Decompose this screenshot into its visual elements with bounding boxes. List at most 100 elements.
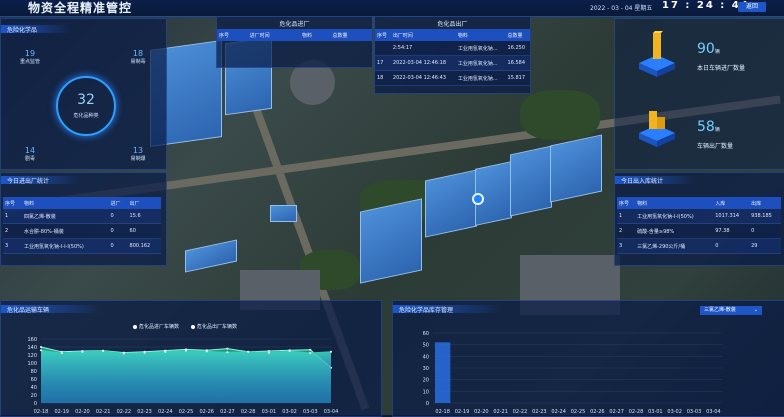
y-tick-label: 100 — [27, 361, 37, 367]
table-row[interactable]: 1 工业用氢氧化钠-I-I(50%) 1017.314 938.185 — [617, 209, 781, 224]
y-tick-label: 30 — [423, 366, 429, 372]
x-tick-label: 02-25 — [179, 409, 194, 415]
hazmat-type-gauge: 32 危化品种类 — [56, 76, 116, 136]
x-tick-label: 02-18 — [34, 409, 49, 415]
vehicle-chart-panel: 危化品运输车辆 危化品进厂车辆数 危化品出厂车辆数 0 20 40 60 80 100 12… — [0, 300, 382, 417]
panel-title: 今日进出厂统计 — [7, 178, 50, 185]
map-building — [425, 169, 477, 238]
x-tick-label: 02-26 — [590, 409, 605, 415]
data-point — [81, 350, 84, 353]
legend-dot-icon — [133, 324, 137, 329]
y-tick-label: 120 — [27, 353, 37, 359]
data-point — [185, 349, 187, 352]
legend-item-in[interactable]: 危化品进厂车辆数 — [133, 323, 179, 330]
stat-highly-toxic: 14 剧毒 — [24, 146, 36, 162]
x-tick-label: 02-22 — [117, 409, 132, 415]
data-point — [226, 347, 229, 350]
vehicle-out-unit: 辆 — [714, 127, 720, 133]
panel-title: 危化品出厂 — [437, 21, 468, 28]
x-tick-label: 02-27 — [220, 409, 235, 415]
x-tick-label: 03-01 — [648, 409, 663, 415]
y-tick-label: 60 — [31, 377, 37, 383]
y-tick-label: 50 — [423, 343, 429, 349]
map-building — [360, 198, 422, 284]
y-tick-label: 140 — [27, 345, 37, 351]
stock-bar-chart[interactable]: 0 10 20 30 40 50 60 02-18 02-19 02-20 02-21 02-22 02… — [393, 319, 784, 416]
current-date: 2022 - 03 - 04 星期五 — [590, 5, 653, 12]
in-table-panel: 危化品进厂 序号 进厂时间 物料 总数量 — [216, 16, 373, 68]
x-tick-label: 02-25 — [571, 409, 586, 415]
table-header-row: 序号 进厂时间 物料 总数量 — [217, 29, 372, 41]
x-tick-label: 03-01 — [262, 409, 277, 415]
x-tick-label: 02-19 — [54, 409, 69, 415]
data-point — [267, 351, 270, 354]
table-row[interactable]: 2 水合肼-80%-桶装 0 60 — [3, 223, 161, 239]
x-tick-label: 02-28 — [629, 409, 644, 415]
y-tick-label: 60 — [423, 331, 429, 337]
panel-title: 危险化学品库存管理 — [399, 307, 454, 314]
y-tick-label: 20 — [31, 393, 37, 399]
current-time: 17 : 24 : 44 — [662, 0, 750, 11]
data-point — [309, 348, 312, 351]
top-bar: 物资全程精准管控 2022 - 03 - 04 星期五 17 : 24 : 44… — [0, 0, 784, 17]
vehicle-in-unit: 辆 — [714, 49, 720, 55]
vehicle-area-chart[interactable]: 0 20 40 60 80 100 120 140 160 02-18 02-19 02-20 02-2… — [1, 331, 381, 416]
x-tick-label: 02-24 — [158, 409, 173, 415]
vehicle-out-label: 车辆出厂数量 — [697, 143, 734, 150]
stock-chart-panel: 危险化学品库存管理 0 10 20 30 40 50 60 02-18 02-19 02-20 02… — [392, 300, 784, 417]
data-point — [122, 352, 125, 355]
data-point — [247, 350, 250, 353]
y-tick-label: 0 — [426, 401, 429, 407]
y-tick-label: 40 — [423, 354, 429, 360]
location-marker-icon[interactable] — [472, 193, 484, 205]
data-point — [288, 350, 291, 352]
y-tick-label: 40 — [31, 385, 37, 391]
x-tick-label: 02-24 — [551, 409, 566, 415]
x-tick-label: 02-20 — [75, 409, 90, 415]
x-tick-label: 02-21 — [493, 409, 508, 415]
back-button[interactable]: 返回 — [738, 2, 766, 12]
x-tick-label: 02-23 — [532, 409, 547, 415]
x-tick-label: 03-03 — [303, 409, 318, 415]
table-row[interactable]: 18 2022-03-04 12:46:43 工业用氢氧化钠... 15.817 — [375, 70, 530, 86]
y-tick-label: 160 — [27, 337, 37, 343]
data-point — [143, 351, 146, 354]
vehicle-in-label: 本日车辆进厂数量 — [697, 65, 746, 72]
material-select[interactable]: 三氯乙烯-散装 ⌄ — [700, 306, 762, 315]
table-row[interactable]: 2 硫酸-含量≥98% 97.38 0 — [617, 223, 781, 239]
table-row[interactable]: 2:54:17 工业用氢氧化钠... 16.250 — [375, 41, 530, 56]
x-tick-label: 03-04 — [324, 409, 339, 415]
legend-item-out[interactable]: 危化品出厂车辆数 — [191, 323, 237, 330]
x-tick-label: 03-04 — [706, 409, 721, 415]
x-tick-label: 02-18 — [435, 409, 450, 415]
out-table: 序号 出厂时间 物料 总数量 2:54:17 工业用氢氧化钠... 16.250… — [375, 29, 530, 86]
hazmat-type-label: 危化品种类 — [73, 113, 99, 119]
y-tick-label: 10 — [423, 389, 429, 395]
map-building — [185, 239, 237, 273]
table-row[interactable]: 17 2022-03-04 12:46:18 工业用氢氧化钠... 16.584 — [375, 55, 530, 71]
stat-explosive: 13 易制爆 — [130, 146, 146, 162]
panel-title: 危化品运输车辆 — [7, 307, 50, 314]
today-inout-panel: 今日进出厂统计 序号 物料 进厂 出厂 1 四氯乙烯-散装 0 15.6 2 水… — [0, 172, 167, 266]
y-tick-label: 20 — [423, 378, 429, 384]
x-tick-label: 03-02 — [667, 409, 682, 415]
data-point — [40, 346, 42, 348]
today-inout-table: 序号 物料 进厂 出厂 1 四氯乙烯-散装 0 15.6 2 水合肼-80%-桶… — [3, 197, 161, 254]
table-row[interactable]: 3 工业用氢氧化钠-I-I-I(50%) 0 800.162 — [3, 238, 161, 254]
x-tick-label: 03-03 — [687, 409, 702, 415]
x-tick-label: 02-20 — [474, 409, 489, 415]
chevron-down-icon: ⌄ — [753, 307, 758, 313]
today-stock-panel: 今日出入库统计 序号 物料 入库 出库 1 工业用氢氧化钠-I-I(50%) 1… — [614, 172, 784, 266]
table-header-row: 序号 出厂时间 物料 总数量 — [375, 29, 530, 41]
data-point — [330, 350, 332, 353]
x-tick-label: 03-02 — [282, 409, 297, 415]
panel-title: 今日出入库统计 — [621, 178, 664, 185]
series-area-0 — [41, 350, 331, 403]
x-tick-label: 02-27 — [609, 409, 624, 415]
table-row[interactable]: 3 三氯乙烯-290公斤/桶 0 29 — [617, 238, 781, 254]
table-row[interactable]: 1 四氯乙烯-散装 0 15.6 — [3, 209, 161, 224]
stat-precursor: 18 易制毒 — [130, 49, 146, 65]
hazmat-type-count: 32 — [77, 92, 95, 108]
map-trees — [520, 90, 600, 140]
vehicle-in-icon — [639, 31, 675, 77]
